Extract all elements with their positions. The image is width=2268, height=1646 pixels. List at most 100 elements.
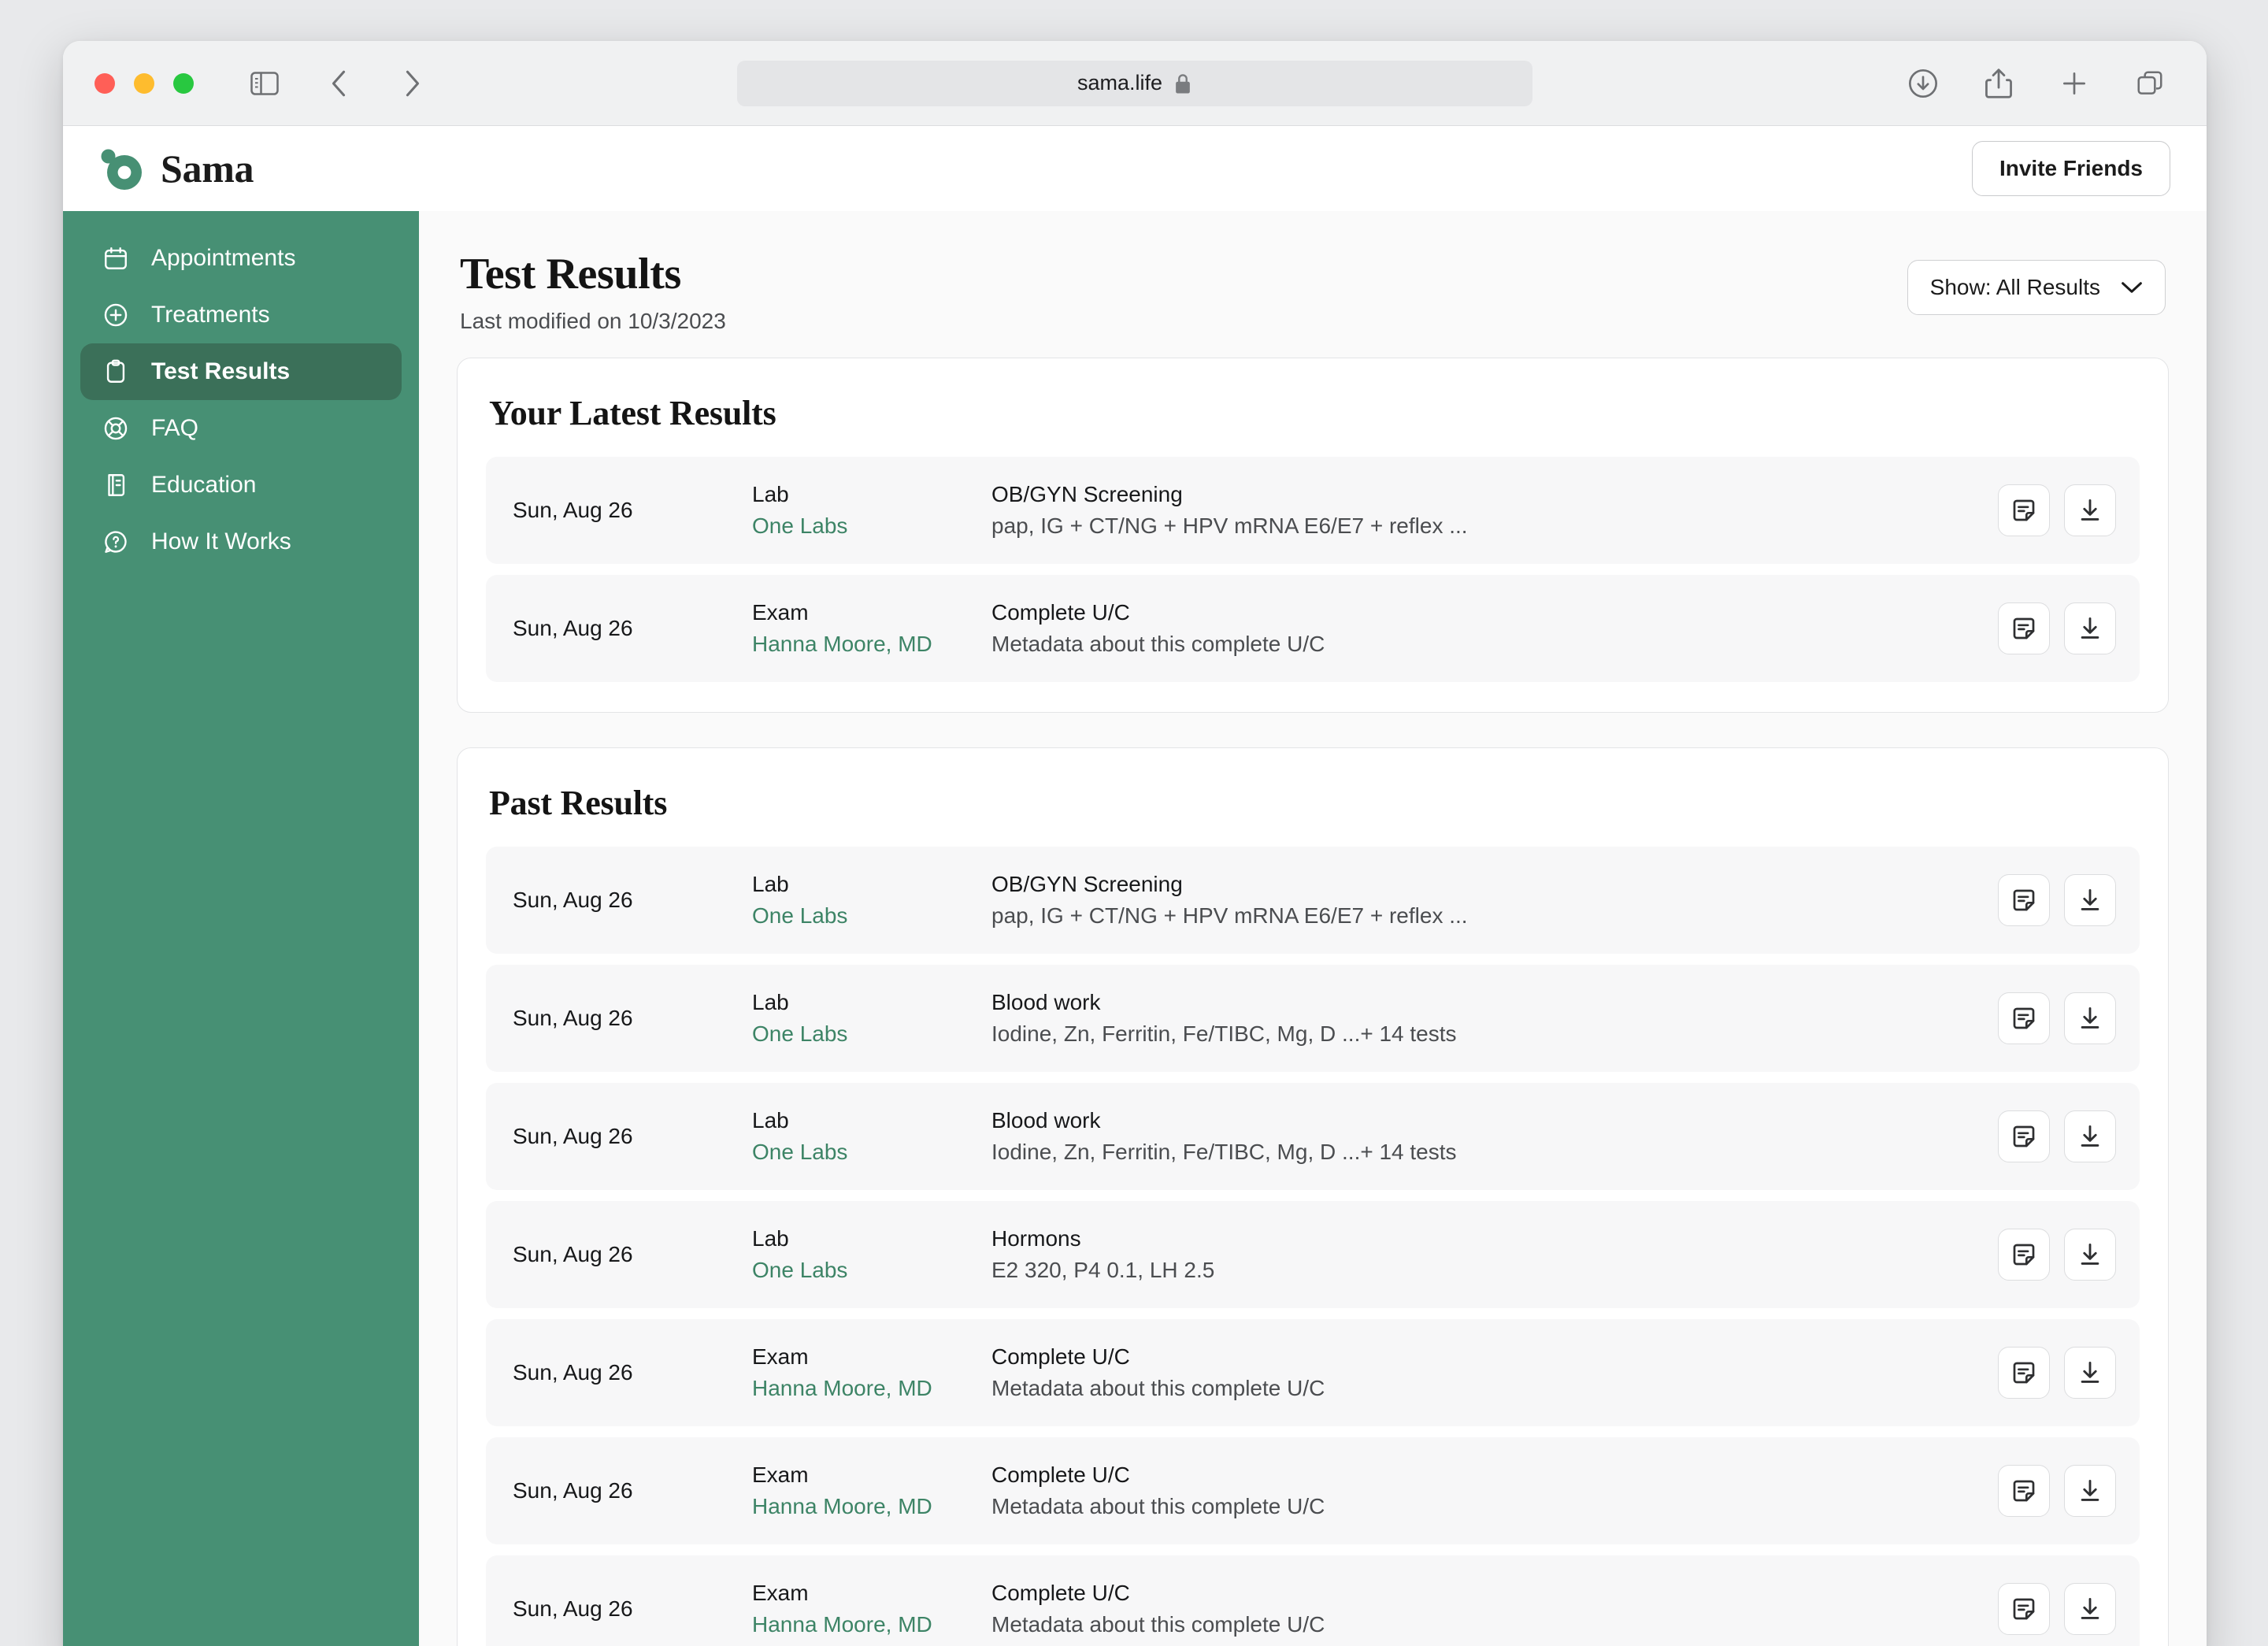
- result-row[interactable]: Sun, Aug 26 Exam Hanna Moore, MD Complet…: [486, 1437, 2140, 1545]
- result-title: Complete U/C: [991, 1344, 1130, 1369]
- result-provider[interactable]: One Labs: [752, 510, 991, 543]
- download-result-button[interactable]: [2064, 1465, 2116, 1518]
- sidebar-item-how-it-works[interactable]: How It Works: [80, 513, 402, 570]
- result-provider[interactable]: Hanna Moore, MD: [752, 1609, 991, 1641]
- result-row[interactable]: Sun, Aug 26 Exam Hanna Moore, MD Complet…: [486, 1555, 2140, 1646]
- sidebar-item-education[interactable]: Education: [80, 457, 402, 513]
- forward-chevron-icon[interactable]: [392, 63, 433, 104]
- tab-overview-icon[interactable]: [2129, 63, 2170, 104]
- result-date: Sun, Aug 26: [513, 498, 633, 523]
- result-row-actions: [1998, 1229, 2116, 1281]
- close-window-button[interactable]: [94, 72, 115, 94]
- result-date: Sun, Aug 26: [513, 1596, 633, 1622]
- sidebar-item-label: Appointments: [151, 245, 296, 271]
- minimize-window-button[interactable]: [134, 72, 154, 94]
- view-note-button[interactable]: [1998, 992, 2050, 1045]
- view-note-button[interactable]: [1998, 1583, 2050, 1636]
- result-row[interactable]: Sun, Aug 26 Exam Hanna Moore, MD Complet…: [486, 1319, 2140, 1427]
- result-title: Blood work: [991, 1107, 1101, 1133]
- result-provider[interactable]: One Labs: [752, 1255, 991, 1287]
- note-icon: [2010, 1240, 2038, 1269]
- browser-nav-controls: [244, 63, 433, 104]
- result-provider[interactable]: Hanna Moore, MD: [752, 1373, 991, 1405]
- result-title: Complete U/C: [991, 1580, 1130, 1605]
- lock-icon: [1173, 72, 1192, 95]
- show-filter-dropdown[interactable]: Show: All Results: [1907, 260, 2166, 315]
- results-sections: Your Latest Results Sun, Aug 26 Lab One L…: [457, 358, 2169, 1646]
- result-detail: Metadata about this complete U/C: [991, 632, 1325, 657]
- download-result-button[interactable]: [2064, 992, 2116, 1045]
- view-note-button[interactable]: [1998, 602, 2050, 655]
- result-type-column: Exam Hanna Moore, MD: [752, 597, 991, 661]
- download-result-button[interactable]: [2064, 1583, 2116, 1636]
- view-note-button[interactable]: [1998, 1229, 2050, 1281]
- download-icon: [2076, 886, 2104, 914]
- result-row[interactable]: Sun, Aug 26 Exam Hanna Moore, MD Complet…: [486, 575, 2140, 683]
- result-row[interactable]: Sun, Aug 26 Lab One Labs Blood work Iodi…: [486, 1083, 2140, 1191]
- download-result-button[interactable]: [2064, 874, 2116, 927]
- book-icon: [101, 470, 131, 500]
- result-type-column: Exam Hanna Moore, MD: [752, 1459, 991, 1523]
- result-date: Sun, Aug 26: [513, 888, 633, 913]
- download-result-button[interactable]: [2064, 484, 2116, 537]
- result-provider[interactable]: One Labs: [752, 1018, 991, 1051]
- app-header: Sama Invite Friends: [63, 126, 2207, 211]
- address-bar[interactable]: sama.life: [737, 60, 1532, 106]
- result-type: Lab: [752, 1107, 789, 1133]
- download-result-button[interactable]: [2064, 1110, 2116, 1163]
- sidebar-item-test-results[interactable]: Test Results: [80, 343, 402, 400]
- download-result-button[interactable]: [2064, 1229, 2116, 1281]
- result-row-actions: [1998, 484, 2116, 537]
- sidebar-item-appointments[interactable]: Appointments: [80, 230, 402, 287]
- result-type-column: Exam Hanna Moore, MD: [752, 1577, 991, 1641]
- sidebar-item-label: Test Results: [151, 358, 291, 384]
- download-icon: [2076, 1477, 2104, 1505]
- back-chevron-icon[interactable]: [318, 63, 359, 104]
- new-tab-icon[interactable]: [2054, 63, 2095, 104]
- result-row[interactable]: Sun, Aug 26 Lab One Labs Blood work Iodi…: [486, 965, 2140, 1073]
- result-title: OB/GYN Screening: [991, 481, 1183, 506]
- sidebar-toggle-icon[interactable]: [244, 63, 285, 104]
- result-detail: pap, IG + CT/NG + HPV mRNA E6/E7 + refle…: [991, 513, 1468, 539]
- result-provider[interactable]: Hanna Moore, MD: [752, 628, 991, 661]
- note-icon: [2010, 1004, 2038, 1032]
- download-result-button[interactable]: [2064, 602, 2116, 655]
- view-note-button[interactable]: [1998, 484, 2050, 537]
- result-provider[interactable]: One Labs: [752, 1136, 991, 1169]
- view-note-button[interactable]: [1998, 1110, 2050, 1163]
- invite-friends-button[interactable]: Invite Friends: [1971, 141, 2170, 196]
- result-title: OB/GYN Screening: [991, 871, 1183, 896]
- share-icon[interactable]: [1978, 63, 2019, 104]
- section-title: Your Latest Results: [489, 394, 776, 433]
- result-date: Sun, Aug 26: [513, 616, 633, 641]
- show-filter-label: Show: All Results: [1929, 275, 2100, 299]
- download-result-button[interactable]: [2064, 1347, 2116, 1399]
- sidebar-item-label: Treatments: [151, 302, 270, 328]
- result-detail: Iodine, Zn, Ferritin, Fe/TIBC, Mg, D ...…: [991, 1140, 1457, 1165]
- chevron-down-icon: [2121, 280, 2143, 295]
- result-row[interactable]: Sun, Aug 26 Lab One Labs Hormons E2 320,…: [486, 1201, 2140, 1309]
- result-row-actions: [1998, 1347, 2116, 1399]
- maximize-window-button[interactable]: [173, 72, 194, 94]
- result-row[interactable]: Sun, Aug 26 Lab One Labs OB/GYN Screenin…: [486, 457, 2140, 565]
- sidebar-item-faq[interactable]: FAQ: [80, 400, 402, 457]
- sidebar-item-treatments[interactable]: Treatments: [80, 287, 402, 343]
- result-date: Sun, Aug 26: [513, 1006, 633, 1031]
- view-note-button[interactable]: [1998, 1465, 2050, 1518]
- result-title: Complete U/C: [991, 1462, 1130, 1487]
- downloads-icon[interactable]: [1903, 63, 1944, 104]
- result-type: Lab: [752, 989, 789, 1014]
- result-type-column: Lab One Labs: [752, 479, 991, 543]
- note-icon: [2010, 614, 2038, 643]
- result-provider[interactable]: One Labs: [752, 900, 991, 932]
- browser-toolbar: sama.life: [63, 41, 2207, 126]
- view-note-button[interactable]: [1998, 1347, 2050, 1399]
- result-detail-column: OB/GYN Screening pap, IG + CT/NG + HPV m…: [991, 479, 1979, 543]
- result-row[interactable]: Sun, Aug 26 Lab One Labs OB/GYN Screenin…: [486, 847, 2140, 955]
- result-provider[interactable]: Hanna Moore, MD: [752, 1491, 991, 1523]
- results-card: Past Results Sun, Aug 26 Lab One Labs OB/…: [457, 747, 2169, 1646]
- note-icon: [2010, 496, 2038, 525]
- result-type: Exam: [752, 1344, 809, 1369]
- view-note-button[interactable]: [1998, 874, 2050, 927]
- brand: Sama: [96, 144, 254, 193]
